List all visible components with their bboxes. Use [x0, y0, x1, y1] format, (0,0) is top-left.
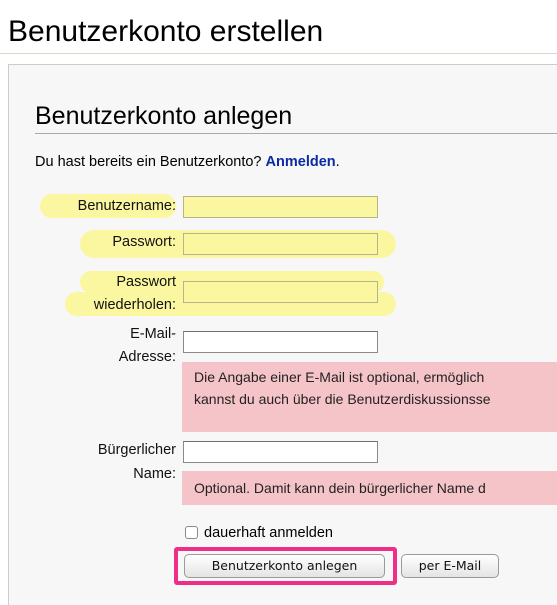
- email-note: Die Angabe einer E-Mail ist optional, er…: [182, 362, 557, 432]
- form-heading: Benutzerkonto anlegen: [35, 102, 293, 130]
- password-repeat-label-line2: wiederholen:: [93, 297, 176, 313]
- username-field[interactable]: [183, 196, 378, 218]
- email-input[interactable]: [184, 332, 377, 352]
- create-account-button[interactable]: Benutzerkonto anlegen: [184, 554, 385, 578]
- email-note-line2: kannst du auch über die Benutzerdiskussi…: [194, 391, 491, 407]
- password-repeat-label-line1: Passwort: [116, 274, 176, 290]
- realname-field[interactable]: [183, 441, 378, 463]
- realname-label-line1: Bürgerlicher: [97, 442, 176, 458]
- login-link[interactable]: Anmelden: [266, 154, 336, 170]
- email-label-line1: E-Mail-: [130, 326, 176, 342]
- password-repeat-input[interactable]: [184, 282, 377, 302]
- username-input[interactable]: [184, 197, 377, 217]
- realname-note: Optional. Damit kann dein bürgerlicher N…: [182, 471, 557, 505]
- page-title: Benutzerkonto erstellen: [8, 15, 324, 48]
- username-label: Benutzername:: [77, 198, 176, 214]
- email-label-line2: Adresse:: [118, 349, 176, 365]
- remember-label[interactable]: dauerhaft anmelden: [204, 525, 333, 541]
- login-prompt: Du hast bereits ein Benutzerkonto? Anmel…: [35, 152, 340, 172]
- password-repeat-field[interactable]: [183, 281, 378, 303]
- password-label: Passwort:: [112, 234, 176, 250]
- login-prompt-text: Du hast bereits ein Benutzerkonto?: [35, 154, 266, 170]
- realname-input[interactable]: [184, 442, 377, 462]
- password-input[interactable]: [184, 234, 377, 254]
- email-note-line1: Die Angabe einer E-Mail ist optional, er…: [194, 369, 485, 385]
- email-field[interactable]: [183, 331, 378, 353]
- password-field[interactable]: [183, 233, 378, 255]
- heading-divider: [35, 133, 557, 134]
- remember-checkbox[interactable]: [185, 526, 198, 539]
- email-password-button[interactable]: per E-Mail: [401, 554, 499, 578]
- title-divider: [0, 53, 557, 54]
- login-prompt-suffix: .: [335, 154, 340, 170]
- remember-row: dauerhaft anmelden: [185, 523, 333, 543]
- realname-label-line2: Name:: [133, 466, 176, 482]
